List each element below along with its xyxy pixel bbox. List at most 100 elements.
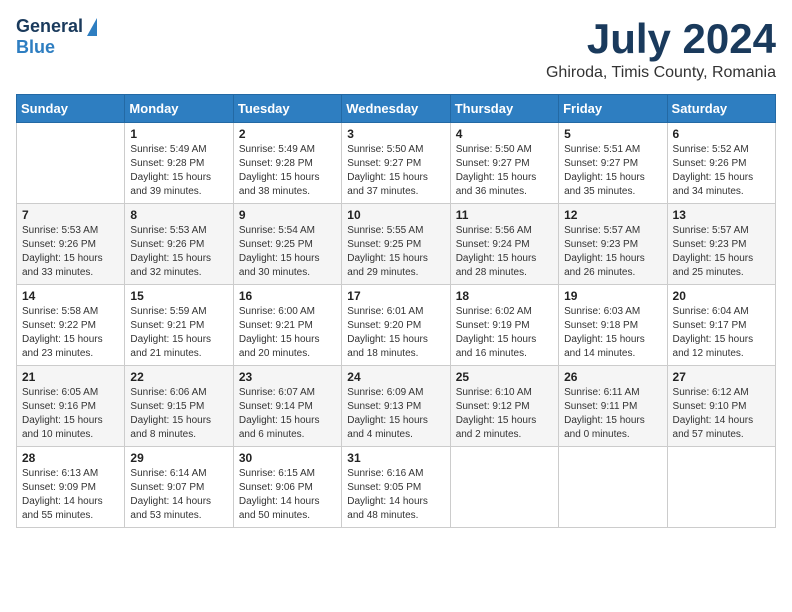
- calendar-cell: 15 Sunrise: 5:59 AMSunset: 9:21 PMDayligh…: [125, 285, 233, 366]
- calendar-day-header: Wednesday: [342, 95, 450, 123]
- day-info: Sunrise: 5:54 AMSunset: 9:25 PMDaylight:…: [239, 224, 336, 280]
- calendar-week-row: 7 Sunrise: 5:53 AMSunset: 9:26 PMDaylight…: [17, 204, 776, 285]
- calendar-day-header: Sunday: [17, 95, 125, 123]
- month-title: July 2024: [546, 16, 776, 62]
- day-number: 27: [673, 370, 770, 384]
- calendar-cell: 19 Sunrise: 6:03 AMSunset: 9:18 PMDayligh…: [559, 285, 667, 366]
- page-header: General Blue July 2024 Ghiroda, Timis Co…: [16, 16, 776, 82]
- day-number: 5: [564, 127, 661, 141]
- day-info: Sunrise: 6:05 AMSunset: 9:16 PMDaylight:…: [22, 386, 119, 442]
- calendar-cell: 2Sunrise: 5:49 AMSunset: 9:28 PMDaylight…: [233, 123, 341, 204]
- calendar-cell: [667, 447, 775, 528]
- calendar-cell: 25 Sunrise: 6:10 AMSunset: 9:12 PMDayligh…: [450, 366, 558, 447]
- calendar-cell: 27 Sunrise: 6:12 AMSunset: 9:10 PMDayligh…: [667, 366, 775, 447]
- day-number: 20: [673, 289, 770, 303]
- calendar-cell: 30Sunrise: 6:15 AMSunset: 9:06 PMDayligh…: [233, 447, 341, 528]
- calendar-cell: 31 Sunrise: 6:16 AMSunset: 9:05 PMDayligh…: [342, 447, 450, 528]
- day-info: Sunrise: 6:10 AMSunset: 9:12 PMDaylight:…: [456, 386, 553, 442]
- day-info: Sunrise: 5:58 AMSunset: 9:22 PMDaylight:…: [22, 305, 119, 361]
- day-number: 18: [456, 289, 553, 303]
- calendar-week-row: 14Sunrise: 5:58 AMSunset: 9:22 PMDayligh…: [17, 285, 776, 366]
- day-number: 16: [239, 289, 336, 303]
- calendar-cell: 1 Sunrise: 5:49 AMSunset: 9:28 PMDaylight…: [125, 123, 233, 204]
- calendar-header-row: SundayMondayTuesdayWednesdayThursdayFrid…: [17, 95, 776, 123]
- day-number: 4: [456, 127, 553, 141]
- day-info: Sunrise: 6:07 AMSunset: 9:14 PMDaylight:…: [239, 386, 336, 442]
- day-info: Sunrise: 6:11 AMSunset: 9:11 PMDaylight:…: [564, 386, 661, 442]
- day-number: 28: [22, 451, 119, 465]
- title-section: July 2024 Ghiroda, Timis County, Romania: [546, 16, 776, 82]
- day-number: 13: [673, 208, 770, 222]
- day-info: Sunrise: 5:53 AMSunset: 9:26 PMDaylight:…: [22, 224, 119, 280]
- calendar-day-header: Tuesday: [233, 95, 341, 123]
- calendar-cell: 3 Sunrise: 5:50 AMSunset: 9:27 PMDaylight…: [342, 123, 450, 204]
- calendar-cell: 24 Sunrise: 6:09 AMSunset: 9:13 PMDayligh…: [342, 366, 450, 447]
- day-info: Sunrise: 5:57 AMSunset: 9:23 PMDaylight:…: [673, 224, 770, 280]
- day-number: 17: [347, 289, 444, 303]
- calendar-cell: 20 Sunrise: 6:04 AMSunset: 9:17 PMDayligh…: [667, 285, 775, 366]
- calendar-cell: [559, 447, 667, 528]
- day-number: 7: [22, 208, 119, 222]
- logo-blue: Blue: [16, 37, 55, 58]
- day-info: Sunrise: 6:01 AMSunset: 9:20 PMDaylight:…: [347, 305, 444, 361]
- day-info: Sunrise: 6:09 AMSunset: 9:13 PMDaylight:…: [347, 386, 444, 442]
- calendar-cell: 8 Sunrise: 5:53 AMSunset: 9:26 PMDaylight…: [125, 204, 233, 285]
- calendar-cell: 4Sunrise: 5:50 AMSunset: 9:27 PMDaylight…: [450, 123, 558, 204]
- day-number: 3: [347, 127, 444, 141]
- day-info: Sunrise: 5:50 AMSunset: 9:27 PMDaylight:…: [347, 143, 444, 199]
- calendar-cell: [450, 447, 558, 528]
- calendar-cell: 13 Sunrise: 5:57 AMSunset: 9:23 PMDayligh…: [667, 204, 775, 285]
- day-number: 25: [456, 370, 553, 384]
- day-info: Sunrise: 5:59 AMSunset: 9:21 PMDaylight:…: [130, 305, 227, 361]
- calendar-day-header: Monday: [125, 95, 233, 123]
- day-info: Sunrise: 5:52 AMSunset: 9:26 PMDaylight:…: [673, 143, 770, 199]
- day-number: 15: [130, 289, 227, 303]
- day-info: Sunrise: 5:51 AMSunset: 9:27 PMDaylight:…: [564, 143, 661, 199]
- day-info: Sunrise: 5:55 AMSunset: 9:25 PMDaylight:…: [347, 224, 444, 280]
- calendar-cell: 14Sunrise: 5:58 AMSunset: 9:22 PMDayligh…: [17, 285, 125, 366]
- calendar-cell: 10Sunrise: 5:55 AMSunset: 9:25 PMDayligh…: [342, 204, 450, 285]
- day-number: 31: [347, 451, 444, 465]
- day-info: Sunrise: 6:15 AMSunset: 9:06 PMDaylight:…: [239, 467, 336, 523]
- day-number: 24: [347, 370, 444, 384]
- calendar-cell: 21Sunrise: 6:05 AMSunset: 9:16 PMDayligh…: [17, 366, 125, 447]
- day-number: 8: [130, 208, 227, 222]
- calendar-day-header: Saturday: [667, 95, 775, 123]
- calendar-cell: 7 Sunrise: 5:53 AMSunset: 9:26 PMDaylight…: [17, 204, 125, 285]
- calendar-table: SundayMondayTuesdayWednesdayThursdayFrid…: [16, 94, 776, 528]
- calendar-cell: 11Sunrise: 5:56 AMSunset: 9:24 PMDayligh…: [450, 204, 558, 285]
- calendar-week-row: 1 Sunrise: 5:49 AMSunset: 9:28 PMDaylight…: [17, 123, 776, 204]
- day-info: Sunrise: 6:04 AMSunset: 9:17 PMDaylight:…: [673, 305, 770, 361]
- day-number: 1: [130, 127, 227, 141]
- day-info: Sunrise: 5:49 AMSunset: 9:28 PMDaylight:…: [130, 143, 227, 199]
- logo-general: General: [16, 16, 83, 37]
- day-number: 6: [673, 127, 770, 141]
- calendar-week-row: 21Sunrise: 6:05 AMSunset: 9:16 PMDayligh…: [17, 366, 776, 447]
- day-info: Sunrise: 6:13 AMSunset: 9:09 PMDaylight:…: [22, 467, 119, 523]
- calendar-day-header: Thursday: [450, 95, 558, 123]
- calendar-cell: 5 Sunrise: 5:51 AMSunset: 9:27 PMDaylight…: [559, 123, 667, 204]
- calendar-cell: 22Sunrise: 6:06 AMSunset: 9:15 PMDayligh…: [125, 366, 233, 447]
- calendar-cell: 23Sunrise: 6:07 AMSunset: 9:14 PMDayligh…: [233, 366, 341, 447]
- calendar-week-row: 28 Sunrise: 6:13 AMSunset: 9:09 PMDayligh…: [17, 447, 776, 528]
- location-title: Ghiroda, Timis County, Romania: [546, 64, 776, 82]
- day-number: 9: [239, 208, 336, 222]
- calendar-day-header: Friday: [559, 95, 667, 123]
- day-info: Sunrise: 5:56 AMSunset: 9:24 PMDaylight:…: [456, 224, 553, 280]
- calendar-cell: 29Sunrise: 6:14 AMSunset: 9:07 PMDayligh…: [125, 447, 233, 528]
- day-number: 12: [564, 208, 661, 222]
- day-info: Sunrise: 6:14 AMSunset: 9:07 PMDaylight:…: [130, 467, 227, 523]
- logo: General Blue: [16, 16, 97, 58]
- calendar-cell: 9 Sunrise: 5:54 AMSunset: 9:25 PMDaylight…: [233, 204, 341, 285]
- day-info: Sunrise: 6:16 AMSunset: 9:05 PMDaylight:…: [347, 467, 444, 523]
- calendar-cell: 16 Sunrise: 6:00 AMSunset: 9:21 PMDayligh…: [233, 285, 341, 366]
- day-info: Sunrise: 6:03 AMSunset: 9:18 PMDaylight:…: [564, 305, 661, 361]
- day-info: Sunrise: 6:00 AMSunset: 9:21 PMDaylight:…: [239, 305, 336, 361]
- calendar-cell: 12Sunrise: 5:57 AMSunset: 9:23 PMDayligh…: [559, 204, 667, 285]
- day-info: Sunrise: 6:12 AMSunset: 9:10 PMDaylight:…: [673, 386, 770, 442]
- calendar-cell: 17 Sunrise: 6:01 AMSunset: 9:20 PMDayligh…: [342, 285, 450, 366]
- calendar-cell: 26Sunrise: 6:11 AMSunset: 9:11 PMDayligh…: [559, 366, 667, 447]
- day-number: 19: [564, 289, 661, 303]
- day-number: 2: [239, 127, 336, 141]
- day-info: Sunrise: 5:53 AMSunset: 9:26 PMDaylight:…: [130, 224, 227, 280]
